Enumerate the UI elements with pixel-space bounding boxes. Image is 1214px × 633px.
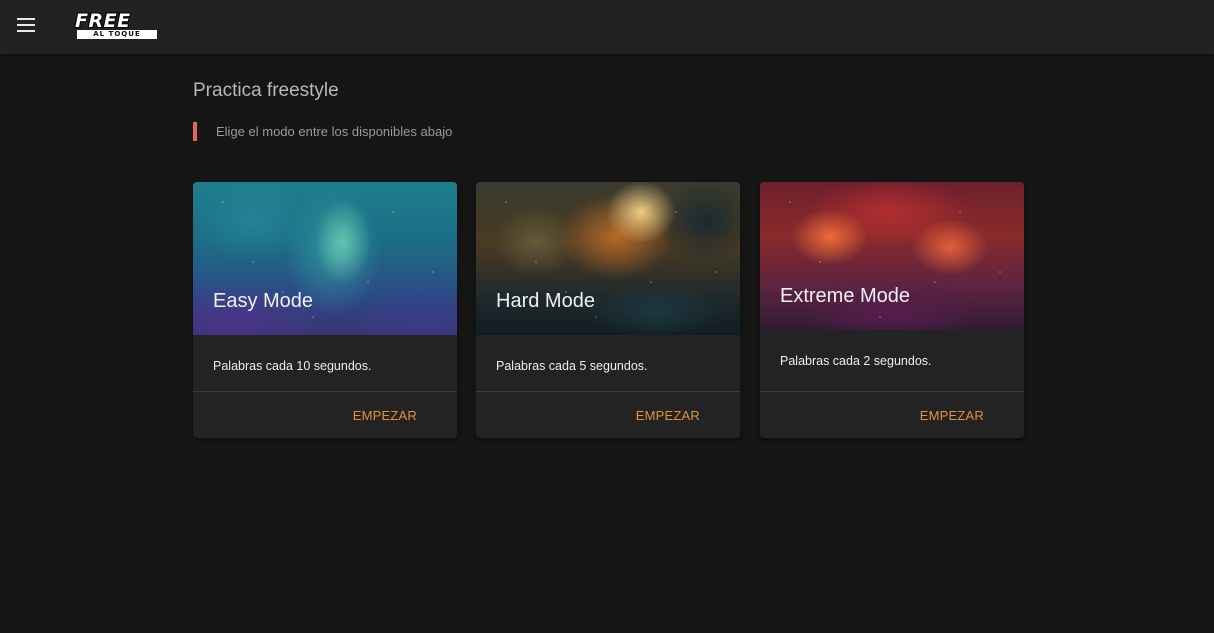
card-divider — [760, 391, 1024, 392]
start-button-easy[interactable]: EMPEZAR — [353, 408, 417, 423]
start-button-extreme[interactable]: EMPEZAR — [920, 408, 984, 423]
logo-title: FREE — [75, 10, 131, 32]
page-title: Practica freestyle — [193, 80, 339, 101]
mode-card-extreme: Extreme Mode Palabras cada 2 segundos. E… — [760, 182, 1024, 438]
mode-card-hard: Hard Mode Palabras cada 5 segundos. EMPE… — [476, 182, 740, 438]
card-title: Easy Mode — [213, 290, 314, 312]
menu-icon[interactable] — [17, 18, 35, 34]
card-title: Hard Mode — [496, 290, 595, 312]
logo[interactable]: FREE AL TOQUE — [75, 10, 159, 39]
card-description: Palabras cada 2 segundos. — [780, 354, 932, 368]
card-title: Extreme Mode — [780, 285, 911, 307]
page-subtitle: Elige el modo entre los disponibles abaj… — [193, 122, 452, 141]
mode-card-easy: Easy Mode Palabras cada 10 segundos. EMP… — [193, 182, 457, 438]
card-divider — [476, 391, 740, 392]
card-divider — [193, 391, 457, 392]
start-button-hard[interactable]: EMPEZAR — [636, 408, 700, 423]
top-app-bar: FREE AL TOQUE — [0, 0, 1214, 54]
card-description: Palabras cada 10 segundos. — [213, 359, 372, 373]
logo-subtitle: AL TOQUE — [77, 30, 157, 39]
card-description: Palabras cada 5 segundos. — [496, 359, 648, 373]
